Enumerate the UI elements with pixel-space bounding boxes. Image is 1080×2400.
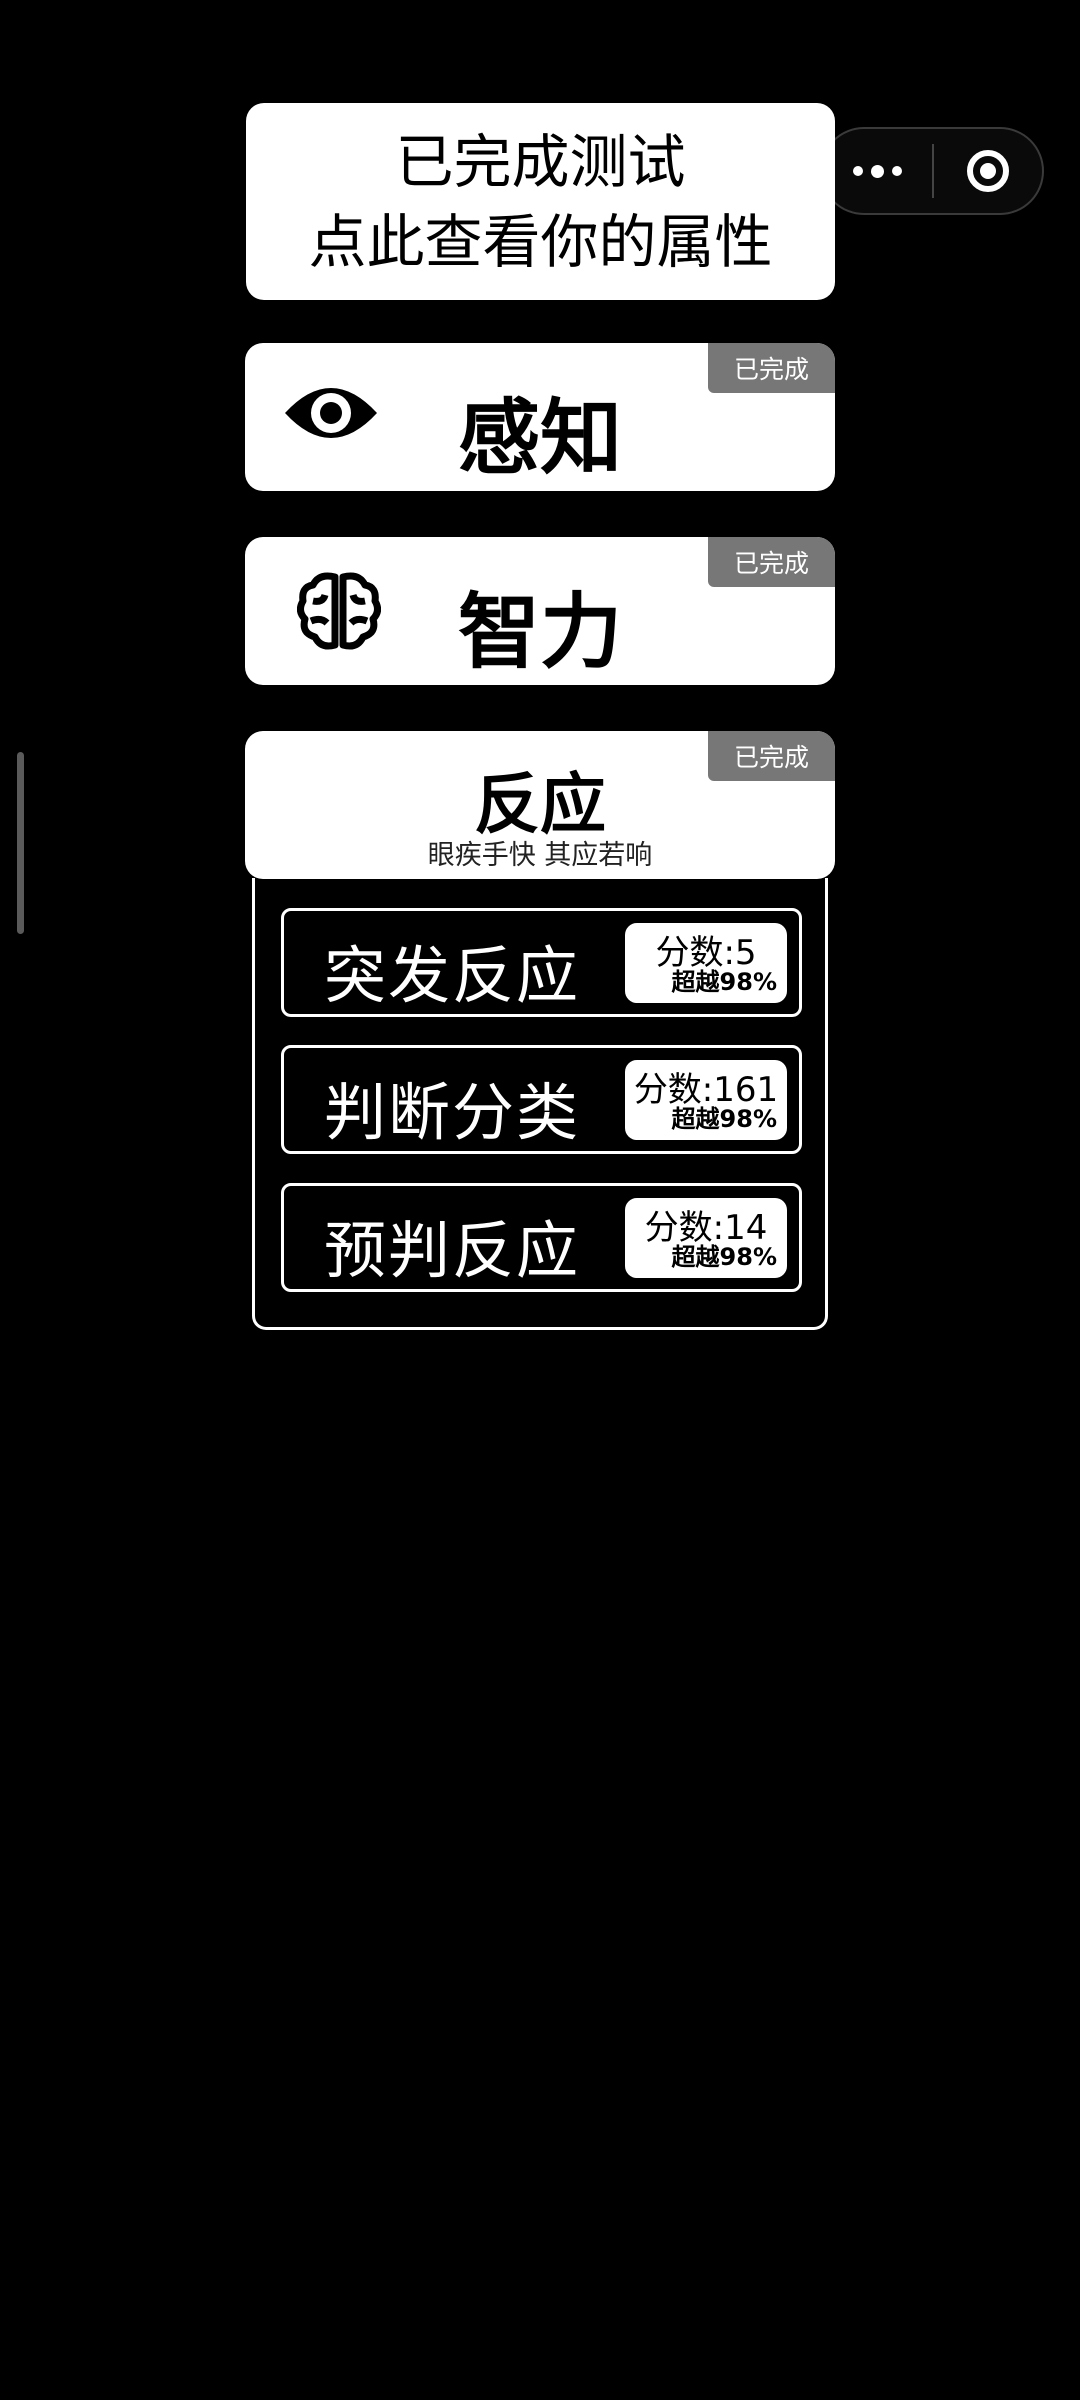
category-subtitle: 眼疾手快 其应若响	[427, 840, 653, 871]
mini-program-capsule	[820, 127, 1044, 215]
test-rank: 超越98%	[671, 968, 777, 996]
test-label: 预判反应	[324, 1214, 581, 1287]
category-card-intellect[interactable]: 智力 已完成	[245, 537, 835, 685]
test-item-anticipation-reaction[interactable]: 预判反应 分数:14 超越98%	[281, 1183, 802, 1292]
score-box: 分数:5 超越98%	[625, 923, 787, 1003]
close-target-button[interactable]	[934, 150, 1042, 192]
target-circle-icon	[967, 150, 1009, 192]
test-item-judgment-classification[interactable]: 判断分类 分数:161 超越98%	[281, 1045, 802, 1154]
view-attributes-button[interactable]: 已完成测试 点此查看你的属性	[246, 103, 835, 300]
test-rank: 超越98%	[671, 1243, 777, 1271]
score-box: 分数:161 超越98%	[625, 1060, 787, 1140]
test-item-sudden-reaction[interactable]: 突发反应 分数:5 超越98%	[281, 908, 802, 1017]
more-dots-icon[interactable]	[822, 129, 932, 213]
edge-swipe-indicator	[17, 752, 24, 934]
result-line-1: 已完成测试	[395, 127, 686, 196]
score-box: 分数:14 超越98%	[625, 1198, 787, 1278]
test-label: 突发反应	[324, 939, 581, 1012]
completed-badge: 已完成	[708, 731, 835, 781]
reaction-tests-panel: 突发反应 分数:5 超越98% 判断分类 分数:161 超越98% 预判反应 分…	[252, 878, 828, 1330]
completed-badge: 已完成	[708, 343, 835, 393]
test-rank: 超越98%	[671, 1105, 777, 1133]
result-line-2: 点此查看你的属性	[308, 207, 773, 276]
category-card-perception[interactable]: 感知 已完成	[245, 343, 835, 491]
completed-badge: 已完成	[708, 537, 835, 587]
category-card-reaction[interactable]: 反应 眼疾手快 其应若响 已完成	[245, 731, 835, 879]
test-label: 判断分类	[324, 1076, 581, 1149]
